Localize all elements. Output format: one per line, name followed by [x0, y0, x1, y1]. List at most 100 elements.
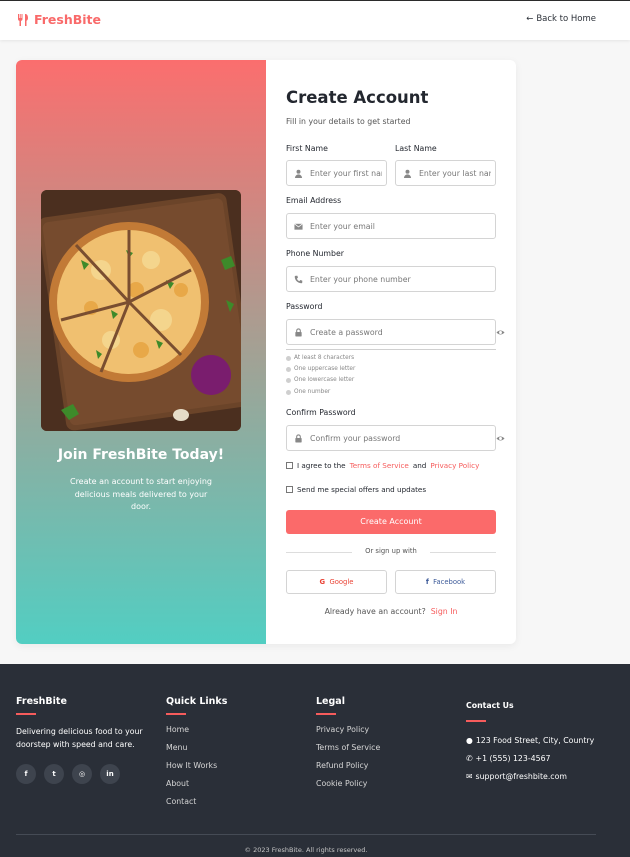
terms-link[interactable]: Terms of Service [350, 461, 409, 470]
google-label: Google [329, 578, 354, 586]
user-icon [403, 169, 412, 178]
confirm-password-label: Confirm Password [286, 408, 356, 417]
requirement-text: At least 8 characters [294, 355, 355, 361]
requirement-dot [286, 377, 291, 383]
create-account-button[interactable]: Create Account [286, 510, 496, 534]
user-icon [294, 169, 303, 178]
email-label: Email Address [286, 196, 342, 205]
heading-underline [16, 713, 36, 715]
eye-icon[interactable] [496, 328, 505, 337]
first-name-placeholder: Enter your first name [310, 169, 382, 178]
heading-underline [316, 713, 336, 715]
terms-checkbox[interactable] [286, 462, 293, 469]
last-name-label: Last Name [395, 144, 437, 153]
last-name-field[interactable]: Enter your last name [395, 160, 496, 186]
phone-label: Phone Number [286, 249, 344, 258]
brand-name: FreshBite [34, 12, 101, 27]
promo-panel: Join FreshBite Today! Create an account … [16, 60, 266, 644]
password-label: Password [286, 302, 323, 311]
footer-description: Delivering delicious food to your doorst… [16, 726, 143, 750]
requirement-text: One uppercase letter [294, 366, 356, 372]
back-to-home-link[interactable]: ← Back to Home [526, 14, 596, 24]
phone-placeholder: Enter your phone number [310, 275, 411, 284]
terms-row: I agree to the Terms of Service and Priv… [286, 461, 479, 470]
requirement-dot [286, 366, 291, 372]
password-requirement: One number [286, 389, 330, 395]
signup-form: Create Account Fill in your details to g… [286, 60, 516, 644]
agree-text: I agree to the [297, 461, 346, 470]
address-text: 123 Food Street, City, Country [475, 736, 595, 745]
phone-icon: ✆ [466, 754, 473, 763]
promo-title: Join FreshBite Today! [57, 447, 225, 463]
requirement-dot [286, 389, 291, 395]
confirm-password-field[interactable]: Confirm your password [286, 425, 496, 451]
legal-column: Legal Privacy Policy Terms of Service Re… [316, 696, 380, 797]
legal-heading: Legal [316, 696, 345, 707]
linkedin-icon[interactable]: in [100, 763, 120, 784]
offers-row: Send me special offers and updates [286, 485, 426, 494]
promo-subtitle: Create an account to start enjoying deli… [69, 477, 213, 511]
first-name-field[interactable]: Enter your first name [286, 160, 387, 186]
email-field[interactable]: Enter your email [286, 213, 496, 239]
sign-in-link[interactable]: Sign In [431, 607, 458, 616]
site-footer: FreshBite Delivering delicious food to y… [0, 664, 630, 857]
footer-link-menu[interactable]: Menu [166, 743, 227, 761]
footer-link-cookie[interactable]: Cookie Policy [316, 779, 380, 797]
lock-icon [295, 328, 302, 337]
eye-icon[interactable] [496, 434, 505, 443]
requirement-dot [286, 355, 291, 361]
top-header: FreshBite ← Back to Home [0, 0, 630, 40]
facebook-icon: f [425, 578, 429, 586]
footer-link-contact[interactable]: Contact [166, 797, 227, 815]
facebook-button[interactable]: f Facebook [395, 570, 496, 594]
heading-underline [166, 713, 186, 715]
requirement-text: One number [294, 389, 331, 395]
password-requirement: One lowercase letter [286, 377, 354, 383]
phone-field[interactable]: Enter your phone number [286, 266, 496, 292]
footer-link-home[interactable]: Home [166, 725, 227, 743]
twitter-icon[interactable]: t [44, 763, 64, 784]
offers-checkbox[interactable] [286, 486, 293, 493]
confirm-password-placeholder: Confirm your password [310, 434, 401, 443]
privacy-link[interactable]: Privacy Policy [430, 461, 479, 470]
form-subtitle: Fill in your details to get started [286, 117, 411, 126]
signin-row: Already have an account? Sign In [286, 607, 496, 616]
contact-column: Contact Us ● 123 Food Street, City, Count… [466, 696, 594, 786]
address-row: ● 123 Food Street, City, Country [466, 732, 594, 750]
footer-link-terms[interactable]: Terms of Service [316, 743, 380, 761]
phone-text: +1 (555) 123-4567 [475, 754, 551, 763]
or-divider: Or sign up with [286, 546, 496, 558]
lock-icon [295, 434, 302, 443]
footer-link-about[interactable]: About [166, 779, 227, 797]
facebook-icon[interactable]: f [16, 763, 36, 784]
footer-brand-column: FreshBite Delivering delicious food to y… [16, 696, 156, 784]
have-account-text: Already have an account? [324, 607, 426, 616]
email-placeholder: Enter your email [310, 222, 375, 231]
offers-text: Send me special offers and updates [297, 485, 427, 494]
last-name-placeholder: Enter your last name [419, 169, 491, 178]
contact-heading: Contact Us [466, 700, 514, 710]
footer-link-privacy[interactable]: Privacy Policy [316, 725, 380, 743]
google-button[interactable]: G Google [286, 570, 387, 594]
footer-brand: FreshBite [16, 696, 67, 707]
email-row: ✉ support@freshbite.com [466, 768, 594, 786]
footer-link-how-it-works[interactable]: How It Works [166, 761, 227, 779]
form-title: Create Account [286, 88, 429, 107]
password-field[interactable]: Create a password [286, 319, 496, 345]
social-links: f t ◎ in [16, 763, 156, 784]
pizza-image [41, 190, 241, 431]
password-strength-bar [286, 349, 496, 350]
email-text: support@freshbite.com [475, 772, 567, 781]
brand-logo[interactable]: FreshBite [16, 12, 101, 27]
footer-divider [16, 834, 596, 835]
instagram-icon[interactable]: ◎ [72, 763, 92, 784]
or-text: Or sign up with [365, 547, 417, 555]
utensils-icon [18, 13, 28, 26]
phone-icon [294, 275, 303, 284]
password-placeholder: Create a password [310, 328, 383, 337]
phone-row: ✆ +1 (555) 123-4567 [466, 750, 594, 768]
first-name-label: First Name [286, 144, 328, 153]
quick-links-column: Quick Links Home Menu How It Works About… [166, 696, 227, 815]
footer-link-refund[interactable]: Refund Policy [316, 761, 380, 779]
copyright-text: © 2023 FreshBite. All rights reserved. [244, 846, 368, 854]
